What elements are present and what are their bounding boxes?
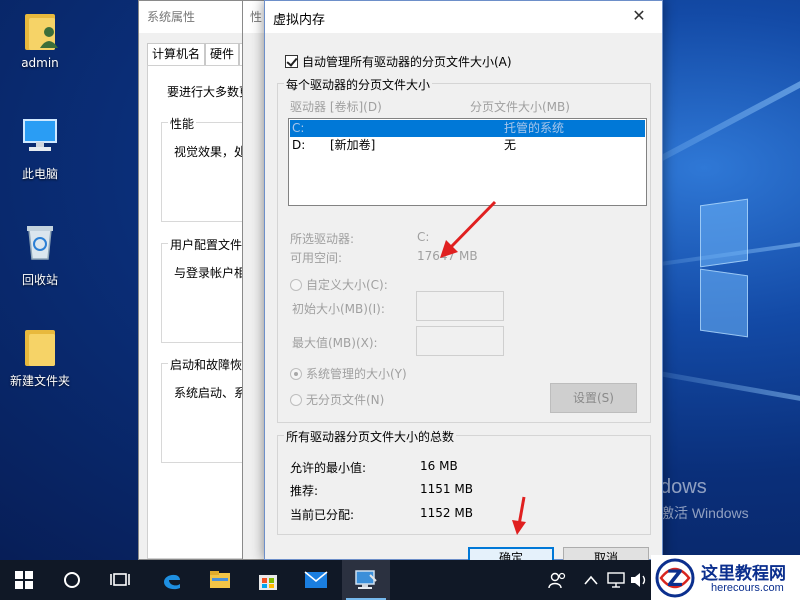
drive-letter: D: xyxy=(292,138,306,152)
free-space-label: 可用空间: xyxy=(290,251,343,265)
per-drive-group: 每个驱动器的分页文件大小 驱动器 [卷标](D) 分页文件大小(MB) C: 托… xyxy=(277,76,651,423)
drive-paging-size: 无 xyxy=(504,138,517,152)
folder-icon xyxy=(23,328,57,366)
selected-drive-value: C: xyxy=(417,230,430,244)
drive-label: [新加卷] xyxy=(330,138,376,152)
desktop-icon-admin[interactable]: admin xyxy=(5,12,75,70)
intro-text: 要进行大多数更 xyxy=(167,85,252,99)
system-managed-radio[interactable]: 系统管理的大小(Y) xyxy=(290,365,407,382)
desktop-icon-recycle-bin[interactable]: 回收站 xyxy=(5,222,75,288)
total-recommended-value: 1151 MB xyxy=(420,482,473,496)
total-recommended-label: 推荐: xyxy=(290,484,319,498)
set-button[interactable]: 设置(S) xyxy=(550,383,637,413)
windows-wallpaper-logo xyxy=(700,190,800,350)
column-header-size: 分页文件大小(MB) xyxy=(470,100,570,114)
desktop-icon-new-folder[interactable]: 新建文件夹 xyxy=(5,328,75,389)
drive-paging-size: 托管的系统 xyxy=(504,121,565,135)
drive-row-c[interactable]: C: 托管的系统 xyxy=(290,120,645,137)
tab-hardware[interactable]: 硬件 xyxy=(205,43,240,65)
user-folder-icon xyxy=(23,12,58,50)
group-caption: 启动和故障恢 xyxy=(168,356,245,373)
total-min-label: 允许的最小值: xyxy=(290,461,367,475)
auto-manage-label: 自动管理所有驱动器的分页文件大小(A) xyxy=(302,55,512,69)
store-icon[interactable] xyxy=(244,560,292,600)
max-size-input[interactable] xyxy=(416,326,504,356)
logo-icon: Z xyxy=(655,558,695,598)
drive-letter: C: xyxy=(292,121,305,135)
desktop-icon-label: 回收站 xyxy=(21,273,58,287)
group-text: 与登录帐户相 xyxy=(174,266,247,280)
total-allocated-label: 当前已分配: xyxy=(290,508,355,522)
radio-off-icon xyxy=(290,279,302,291)
drive-row-d[interactable]: D: [新加卷] 无 xyxy=(290,137,645,154)
totals-legend: 所有驱动器分页文件大小的总数 xyxy=(284,428,457,445)
radio-on-icon xyxy=(290,368,302,380)
volume-icon[interactable] xyxy=(630,560,648,600)
computer-icon xyxy=(23,119,57,151)
desktop-icon-label: 此电脑 xyxy=(21,167,58,181)
radio-off-icon xyxy=(290,394,302,406)
brand-name: 这里教程网 xyxy=(701,564,786,584)
site-logo: Z 这里教程网 herecours.com xyxy=(651,555,800,600)
tab-computer-name[interactable]: 计算机名 xyxy=(147,43,206,65)
desktop-icon-this-pc[interactable]: 此电脑 xyxy=(5,116,75,182)
svg-text:Z: Z xyxy=(667,567,683,592)
recycle-bin-icon xyxy=(27,226,53,260)
edge-icon[interactable] xyxy=(148,560,196,600)
no-paging-label: 无分页文件(N) xyxy=(306,393,385,407)
custom-size-radio[interactable]: 自定义大小(C): xyxy=(290,276,388,293)
task-view-icon[interactable] xyxy=(96,560,144,600)
max-size-label: 最大值(MB)(X): xyxy=(292,336,378,350)
group-caption: 性能 xyxy=(168,115,197,132)
people-icon[interactable] xyxy=(548,560,566,600)
close-icon[interactable]: ✕ xyxy=(616,1,662,31)
desktop-icon-label: 新建文件夹 xyxy=(9,374,70,388)
initial-size-input[interactable] xyxy=(416,291,504,321)
selected-drive-label: 所选驱动器: xyxy=(290,232,355,246)
network-icon[interactable] xyxy=(607,560,625,600)
group-caption: 用户配置文件 xyxy=(168,236,245,253)
total-allocated-value: 1152 MB xyxy=(420,506,473,520)
chevron-up-icon[interactable] xyxy=(584,560,598,600)
no-paging-radio[interactable]: 无分页文件(N) xyxy=(290,391,384,408)
group-text: 系统启动、系 xyxy=(174,386,247,400)
group-text: 视觉效果，处 xyxy=(174,145,247,159)
auto-manage-checkbox[interactable]: 自动管理所有驱动器的分页文件大小(A) xyxy=(285,53,512,70)
drive-list[interactable]: C: 托管的系统 D: [新加卷] 无 xyxy=(288,118,647,206)
brand-url: herecours.com xyxy=(711,582,784,594)
custom-size-label: 自定义大小(C): xyxy=(306,278,388,292)
system-managed-label: 系统管理的大小(Y) xyxy=(306,367,407,381)
column-header-drive: 驱动器 [卷标](D) xyxy=(290,100,382,114)
cortana-icon[interactable] xyxy=(48,560,96,600)
total-min-value: 16 MB xyxy=(420,459,458,473)
file-explorer-icon[interactable] xyxy=(196,560,244,600)
start-icon[interactable] xyxy=(0,560,48,600)
dialog-title-bar: 虚拟内存 ✕ xyxy=(265,1,662,33)
virtual-memory-dialog: 虚拟内存 ✕ 自动管理所有驱动器的分页文件大小(A) 每个驱动器的分页文件大小 … xyxy=(264,0,663,569)
dialog-title: 虚拟内存 xyxy=(273,13,326,28)
system-properties-icon[interactable] xyxy=(342,560,390,600)
free-space-value: 17647 MB xyxy=(417,249,478,263)
mail-icon[interactable] xyxy=(292,560,340,600)
per-drive-legend: 每个驱动器的分页文件大小 xyxy=(284,76,433,93)
totals-group: 所有驱动器分页文件大小的总数 允许的最小值: 16 MB 推荐: 1151 MB… xyxy=(277,428,651,535)
checkbox-checked-icon xyxy=(285,55,298,68)
desktop-icon-label: admin xyxy=(21,56,59,70)
initial-size-label: 初始大小(MB)(I): xyxy=(292,302,385,316)
